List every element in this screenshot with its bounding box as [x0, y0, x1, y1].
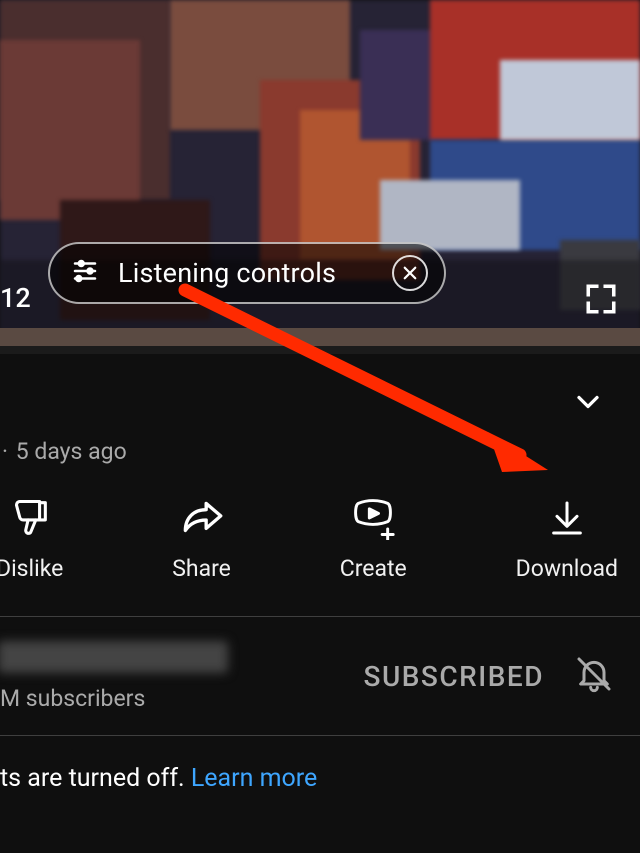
comments-off-text: ts are turned off.: [0, 764, 191, 793]
chevron-down-icon[interactable]: [570, 384, 606, 424]
video-player[interactable]: Listening controls 12: [0, 0, 640, 346]
sliders-icon: [70, 256, 100, 290]
subscriber-count-fragment: M subscribers: [0, 685, 228, 712]
channel-name-blurred: [0, 641, 228, 673]
create-label: Create: [340, 555, 407, 582]
download-label: Download: [516, 555, 618, 582]
dislike-button[interactable]: Dislike: [0, 497, 63, 582]
channel-row[interactable]: M subscribers SUBSCRIBED: [0, 617, 640, 735]
thumbs-down-icon: [7, 497, 53, 539]
create-button[interactable]: Create: [340, 497, 407, 582]
dislike-label: Dislike: [0, 555, 63, 582]
player-bezel: [0, 328, 640, 346]
create-icon: [349, 497, 397, 539]
download-button[interactable]: Download: [516, 497, 618, 582]
video-age: 5 days ago: [16, 438, 127, 465]
share-icon: [177, 497, 227, 539]
listening-controls-label: Listening controls: [118, 257, 336, 289]
player-time-fragment: 12: [0, 282, 31, 314]
player-bezel-shadow: [0, 346, 640, 354]
comments-off-row: ts are turned off. Learn more: [0, 736, 640, 793]
share-label: Share: [172, 555, 231, 582]
share-button[interactable]: Share: [172, 497, 231, 582]
fullscreen-icon[interactable]: [584, 282, 618, 320]
video-meta: · 5 days ago: [0, 432, 640, 497]
bell-off-icon[interactable]: [574, 654, 614, 698]
close-icon[interactable]: [392, 255, 428, 291]
download-icon: [547, 497, 587, 539]
subscribed-label[interactable]: SUBSCRIBED: [363, 660, 544, 693]
action-bar: Dislike Share: [0, 497, 640, 616]
learn-more-link[interactable]: Learn more: [191, 764, 317, 793]
listening-controls-pill[interactable]: Listening controls: [48, 242, 446, 304]
